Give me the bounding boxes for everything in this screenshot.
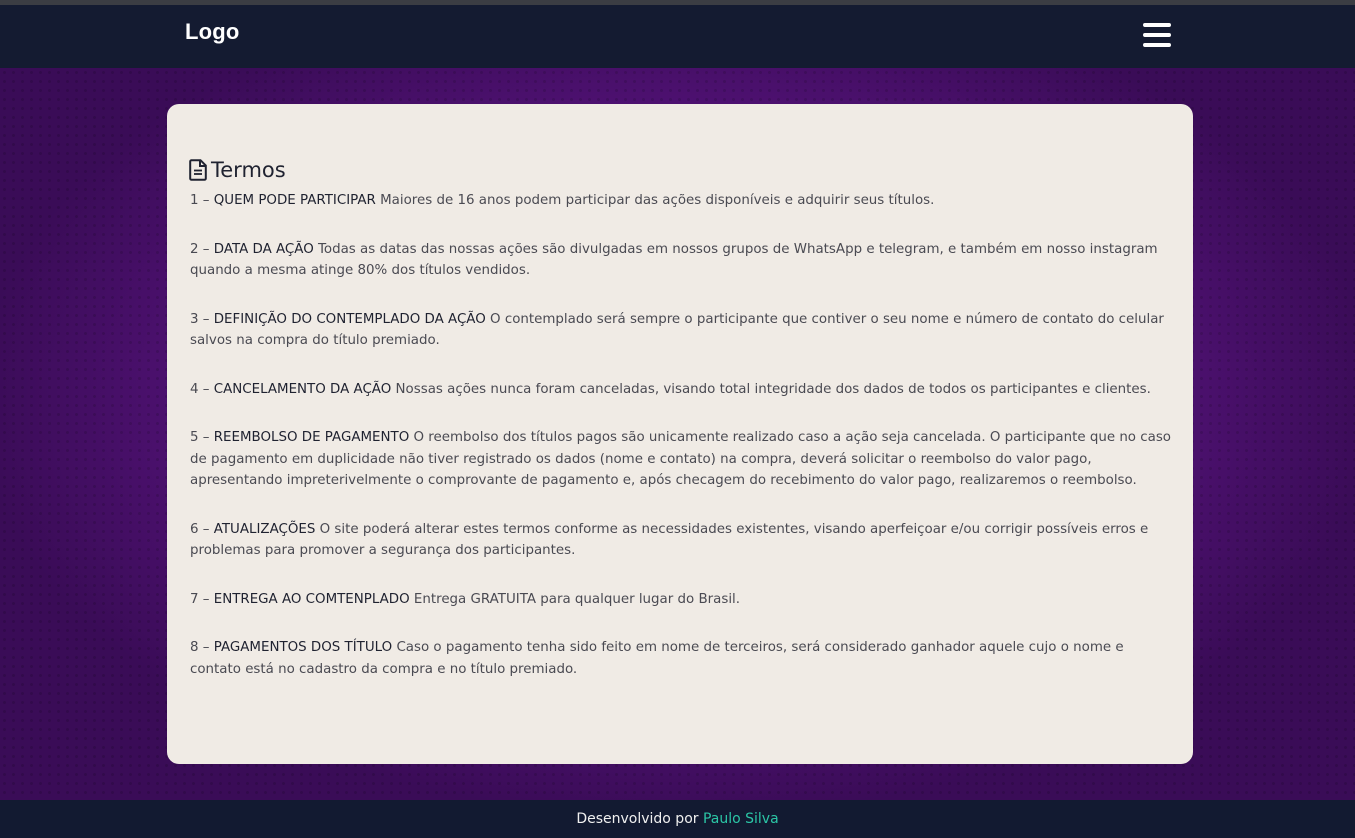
hamburger-menu-icon[interactable] bbox=[1143, 22, 1171, 48]
logo-link[interactable]: Logo bbox=[185, 19, 240, 45]
term-item: 5 – REEMBOLSO DE PAGAMENTO O reembolso d… bbox=[190, 427, 1175, 492]
term-number: 1 – bbox=[190, 193, 210, 208]
page-title-text: Termos bbox=[211, 158, 286, 182]
term-heading: CANCELAMENTO DA AÇÃO bbox=[213, 381, 392, 397]
term-text: Entrega GRATUITA para qualquer lugar do … bbox=[413, 591, 741, 607]
footer: Desenvolvido por Paulo Silva bbox=[0, 800, 1355, 836]
footer-author-link[interactable]: Paulo Silva bbox=[703, 811, 779, 827]
term-text: O site poderá alterar estes termos confo… bbox=[190, 521, 1149, 559]
hamburger-line bbox=[1143, 23, 1171, 27]
term-heading: DEFINIÇÃO DO CONTEMPLADO DA AÇÃO bbox=[213, 311, 486, 327]
term-text: Maiores de 16 anos podem participar das … bbox=[380, 193, 935, 208]
term-number: 8 – bbox=[190, 640, 210, 655]
term-heading: REEMBOLSO DE PAGAMENTO bbox=[213, 430, 410, 445]
navbar: Logo bbox=[0, 5, 1355, 68]
term-heading: QUEM PODE PARTICIPAR bbox=[213, 193, 376, 208]
term-number: 7 – bbox=[190, 591, 210, 607]
term-number: 4 – bbox=[190, 381, 210, 397]
term-number: 3 – bbox=[190, 311, 210, 327]
terms-list: 1 – QUEM PODE PARTICIPAR Maiores de 16 a… bbox=[190, 190, 1175, 707]
term-item: 8 – PAGAMENTOS DOS TÍTULO Caso o pagamen… bbox=[190, 637, 1175, 680]
term-heading: PAGAMENTOS DOS TÍTULO bbox=[213, 640, 393, 655]
page-title: Termos bbox=[189, 156, 286, 184]
term-number: 5 – bbox=[190, 430, 210, 445]
term-number: 6 – bbox=[190, 521, 210, 537]
term-item: 2 – DATA DA AÇÃO Todas as datas das noss… bbox=[190, 239, 1175, 282]
file-text-icon bbox=[189, 159, 207, 181]
term-text: Todas as datas das nossas ações são divu… bbox=[190, 241, 1158, 279]
term-item: 4 – CANCELAMENTO DA AÇÃO Nossas ações nu… bbox=[190, 379, 1175, 401]
hamburger-line bbox=[1143, 33, 1171, 37]
footer-credit-prefix: Desenvolvido por bbox=[576, 811, 699, 827]
term-text: Nossas ações nunca foram canceladas, vis… bbox=[395, 381, 1151, 397]
term-item: 7 – ENTREGA AO COMTENPLADO Entrega GRATU… bbox=[190, 589, 1175, 611]
hamburger-line bbox=[1143, 43, 1171, 47]
term-item: 6 – ATUALIZAÇÕES O site poderá alterar e… bbox=[190, 519, 1175, 562]
term-number: 2 – bbox=[190, 241, 210, 257]
terms-card: Termos 1 – QUEM PODE PARTICIPAR Maiores … bbox=[167, 104, 1193, 764]
term-heading: ENTREGA AO COMTENPLADO bbox=[213, 591, 410, 607]
term-item: 1 – QUEM PODE PARTICIPAR Maiores de 16 a… bbox=[190, 190, 1175, 212]
term-item: 3 – DEFINIÇÃO DO CONTEMPLADO DA AÇÃO O c… bbox=[190, 309, 1175, 352]
term-heading: ATUALIZAÇÕES bbox=[213, 521, 316, 537]
term-heading: DATA DA AÇÃO bbox=[213, 241, 314, 257]
